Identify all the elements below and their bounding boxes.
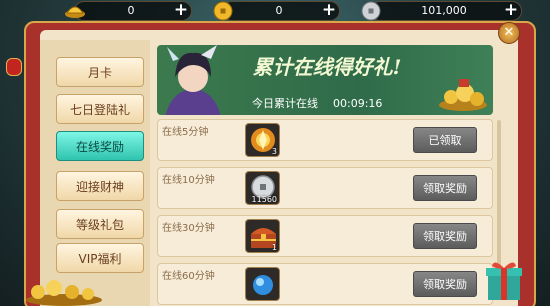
reward-row-label: 在线10分钟 <box>162 175 215 186</box>
sidebar-item-level-gift[interactable]: 等级礼包 <box>56 209 144 239</box>
reward-item-quantity: 11560 <box>251 195 277 204</box>
banner-title: 累计在线得好礼! <box>252 55 402 79</box>
sidebar-item-label: VIP福利 <box>78 251 122 266</box>
silver-coin-counter: 101,000 + <box>361 1 522 21</box>
reward-row-5min: 在线5分钟 3 已领取 <box>157 119 493 161</box>
sidebar-item-label: 月卡 <box>87 65 112 80</box>
sidebar-item-monthly-card[interactable]: 月卡 <box>56 57 144 87</box>
reward-row-label: 在线60分钟 <box>162 271 215 282</box>
gold-coin-counter: 0 + <box>213 1 340 21</box>
gold-treasure-pile-icon <box>439 79 487 111</box>
gold-coin-value: 0 <box>275 4 283 17</box>
reward-list-scrollbar[interactable] <box>497 120 501 270</box>
gift-box-icon <box>486 262 522 300</box>
sidebar-item-welcome-fortune-god[interactable]: 迎接财神 <box>56 171 144 201</box>
silver-coin-icon <box>359 0 383 23</box>
claim-reward-button[interactable]: 领取奖励 <box>413 271 477 297</box>
close-button[interactable]: ✕ <box>498 22 520 44</box>
sidebar-item-online-rewards[interactable]: 在线奖励 <box>56 131 144 161</box>
sidebar-item-label: 等级礼包 <box>75 217 124 232</box>
reward-item-slot[interactable]: 1 <box>245 219 280 253</box>
reward-item-quantity: 1 <box>271 243 277 252</box>
add-gold-coin-button[interactable]: + <box>321 2 337 19</box>
blue-orb-icon <box>253 275 273 295</box>
character-portrait-icon <box>165 45 221 115</box>
claimed-button[interactable]: 已领取 <box>413 127 477 153</box>
add-silver-coin-button[interactable]: + <box>503 2 519 19</box>
gold-ingot-counter: 0 + <box>65 1 192 21</box>
sidebar-item-label: 在线奖励 <box>75 139 124 154</box>
sidebar-item-seven-day-login[interactable]: 七日登陆礼 <box>56 94 144 124</box>
reward-item-slot[interactable]: 11560 <box>245 171 280 205</box>
gold-coin-pile-icon <box>26 280 102 306</box>
sidebar-item-label: 七日登陆礼 <box>69 102 130 117</box>
sidebar-item-label: 迎接财神 <box>75 179 124 194</box>
close-icon: ✕ <box>503 25 515 40</box>
gold-ingot-value: 0 <box>127 4 135 17</box>
online-time-value: 00:09:16 <box>333 97 383 110</box>
silver-coin-value: 101,000 <box>421 4 467 17</box>
add-gold-ingot-button[interactable]: + <box>173 2 189 19</box>
reward-row-label: 在线5分钟 <box>162 127 209 138</box>
reward-row-10min: 在线10分钟 11560 领取奖励 <box>157 167 493 209</box>
lantern-decoration-left <box>6 58 22 76</box>
reward-item-slot[interactable] <box>245 267 280 301</box>
reward-row-30min: 在线30分钟 1 领取奖励 <box>157 215 493 257</box>
online-reward-banner: 累计在线得好礼! 今日累计在线 00:09:16 <box>157 45 493 115</box>
reward-item-slot[interactable]: 3 <box>245 123 280 157</box>
reward-row-60min: 在线60分钟 领取奖励 <box>157 263 493 305</box>
gold-coin-icon <box>211 0 235 23</box>
sidebar-item-vip-benefits[interactable]: VIP福利 <box>56 243 144 273</box>
gold-ingot-icon <box>63 0 87 23</box>
online-time-label: 今日累计在线 <box>252 97 318 110</box>
claim-reward-button[interactable]: 领取奖励 <box>413 223 477 249</box>
reward-row-label: 在线30分钟 <box>162 223 215 234</box>
banner-online-time: 今日累计在线 00:09:16 <box>252 95 382 112</box>
claim-reward-button[interactable]: 领取奖励 <box>413 175 477 201</box>
reward-item-quantity: 3 <box>271 147 277 156</box>
